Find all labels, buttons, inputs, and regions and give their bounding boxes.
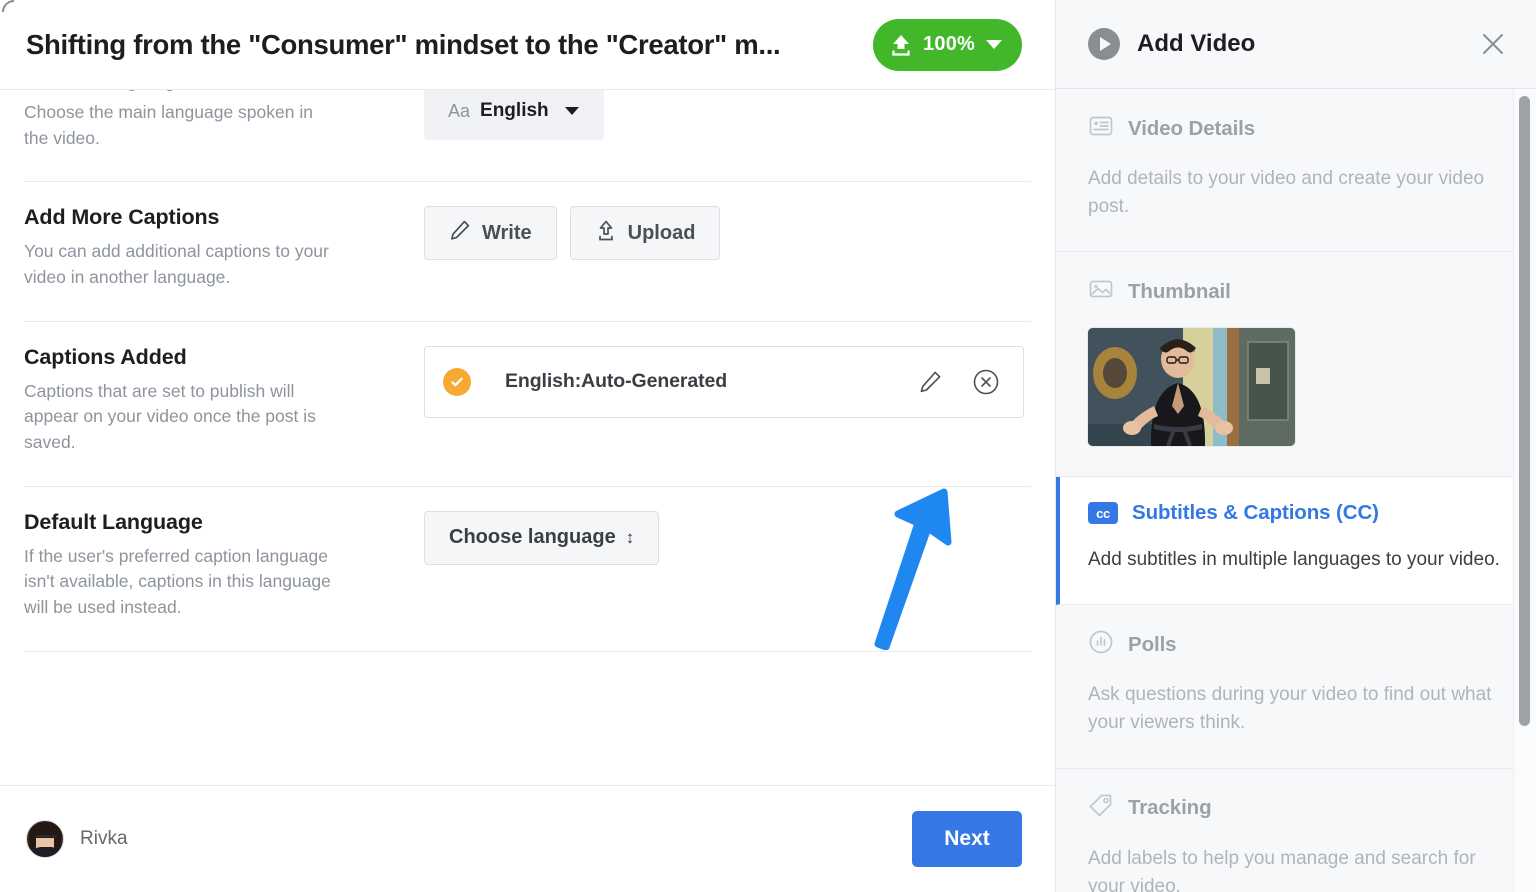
close-icon[interactable] xyxy=(1476,27,1510,61)
next-button[interactable]: Next xyxy=(912,811,1022,867)
sidebar-item-label: Polls xyxy=(1128,632,1177,656)
upload-arrow-icon xyxy=(595,219,617,248)
sidebar-item-desc: Add details to your video and create you… xyxy=(1088,168,1485,218)
default-language-select[interactable]: Choose language ↕ xyxy=(424,510,660,565)
row-description: Captions that are set to publish will ap… xyxy=(24,380,316,453)
sidebar-title: Add Video xyxy=(1137,30,1256,57)
caption-edit-icon[interactable] xyxy=(913,365,947,399)
upload-progress-badge[interactable]: 100% xyxy=(873,18,1022,71)
caption-item-row: English:Auto-Generated xyxy=(424,345,1024,418)
caption-action-buttons: Write Upload xyxy=(424,206,1031,261)
default-language-value: Choose language xyxy=(449,526,616,549)
upload-icon xyxy=(890,33,912,57)
form-row-video-language: Video Language Choose the main language … xyxy=(24,90,1031,183)
video-thumbnail-preview[interactable] xyxy=(1088,328,1295,447)
row-title: Add More Captions xyxy=(24,205,220,230)
write-captions-button[interactable]: Write xyxy=(424,206,557,261)
row-right: Choose language ↕ xyxy=(424,509,1031,565)
sidebar-header: Add Video xyxy=(1056,0,1536,89)
video-language-value: English xyxy=(480,100,549,121)
sidebar-item-head: Video Details xyxy=(1088,113,1504,144)
sidebar-item-label: Subtitles & Captions (CC) xyxy=(1132,501,1379,525)
row-left: Default Language If the user's preferred… xyxy=(24,509,424,621)
modal-header: Shifting from the "Consumer" mindset to … xyxy=(0,0,1055,90)
app-screen: Shifting from the "Consumer" mindset to … xyxy=(0,0,1536,892)
user-name: Rivka xyxy=(80,828,128,849)
sidebar-item-thumbnail[interactable]: Thumbnail xyxy=(1056,252,1536,478)
caption-language-label: English:Auto-Generated xyxy=(505,370,728,393)
sidebar-item-list: Video Details Add details to your video … xyxy=(1056,89,1536,892)
row-title: Captions Added xyxy=(24,344,187,369)
form-row-captions-added: Captions Added Captions that are set to … xyxy=(24,322,1031,487)
cc-icon: cc xyxy=(1088,502,1118,525)
sidebar-item-polls[interactable]: Polls Ask questions during your video to… xyxy=(1056,605,1536,769)
row-description: You can add additional captions to your … xyxy=(24,241,329,288)
settings-form: Video Language Choose the main language … xyxy=(0,90,1055,652)
aa-icon: Aa xyxy=(448,100,471,121)
row-title: Default Language xyxy=(24,509,203,534)
row-description: Choose the main language spoken in the v… xyxy=(24,102,313,148)
form-row-add-more-captions: Add More Captions You can add additional… xyxy=(24,182,1031,322)
sidebar-item-video-details[interactable]: Video Details Add details to your video … xyxy=(1056,89,1536,253)
sidebar-item-desc: Add labels to help you manage and search… xyxy=(1088,847,1476,892)
poll-chart-icon xyxy=(1088,629,1114,660)
sidebar-item-tracking[interactable]: Tracking Add labels to help you manage a… xyxy=(1056,768,1536,892)
modal-footer: Rivka Next xyxy=(0,785,1055,892)
sidebar-item-label: Video Details xyxy=(1128,116,1256,140)
row-left: Video Language Choose the main language … xyxy=(24,90,424,151)
row-title: Video Language xyxy=(24,90,400,94)
upload-label: Upload xyxy=(627,221,696,244)
image-icon xyxy=(1088,276,1114,307)
footer-user: Rivka xyxy=(26,820,128,858)
sidebar-item-label: Thumbnail xyxy=(1128,279,1231,303)
row-description: If the user's preferred caption language… xyxy=(24,545,331,618)
add-video-modal: Shifting from the "Consumer" mindset to … xyxy=(0,0,1055,892)
row-right: English:Auto-Generated xyxy=(424,344,1031,418)
write-label: Write xyxy=(482,221,532,244)
row-right: Aa English xyxy=(424,90,1031,140)
upload-percent: 100% xyxy=(923,33,975,55)
article-icon xyxy=(1088,113,1114,144)
chevron-down-icon[interactable] xyxy=(564,107,579,115)
form-row-default-language: Default Language If the user's preferred… xyxy=(24,487,1031,652)
video-language-select[interactable]: Aa English xyxy=(424,90,604,140)
caption-remove-icon[interactable] xyxy=(969,365,1003,399)
upload-captions-button[interactable]: Upload xyxy=(569,206,721,261)
sidebar-item-head: Polls xyxy=(1088,629,1504,660)
sidebar-item-head: Tracking xyxy=(1088,793,1504,824)
pencil-icon xyxy=(449,219,471,247)
tag-icon xyxy=(1088,793,1114,824)
row-left: Add More Captions You can add additional… xyxy=(24,204,424,290)
sidebar-item-head: Thumbnail xyxy=(1088,276,1504,307)
sidebar-item-label: Tracking xyxy=(1128,796,1212,820)
stepper-icon[interactable]: ↕ xyxy=(626,529,635,546)
avatar xyxy=(26,820,64,858)
check-circle-icon xyxy=(443,367,471,396)
chevron-down-icon[interactable] xyxy=(986,40,1002,49)
sidebar-item-desc: Ask questions during your video to find … xyxy=(1088,684,1492,734)
page-title: Shifting from the "Consumer" mindset to … xyxy=(26,28,781,60)
add-video-sidebar: Add Video Video Details Add details to y… xyxy=(1055,0,1536,892)
sidebar-item-head: cc Subtitles & Captions (CC) xyxy=(1088,501,1504,525)
row-left: Captions Added Captions that are set to … xyxy=(24,344,424,456)
sidebar-scrollbar-thumb[interactable] xyxy=(1519,96,1530,726)
sidebar-item-desc: Add subtitles in multiple languages to y… xyxy=(1088,549,1500,571)
sidebar-item-subtitles-captions[interactable]: cc Subtitles & Captions (CC) Add subtitl… xyxy=(1056,477,1536,606)
row-right: Write Upload xyxy=(424,204,1031,261)
play-circle-icon xyxy=(1088,28,1120,60)
modal-body: Video Language Choose the main language … xyxy=(0,90,1055,785)
